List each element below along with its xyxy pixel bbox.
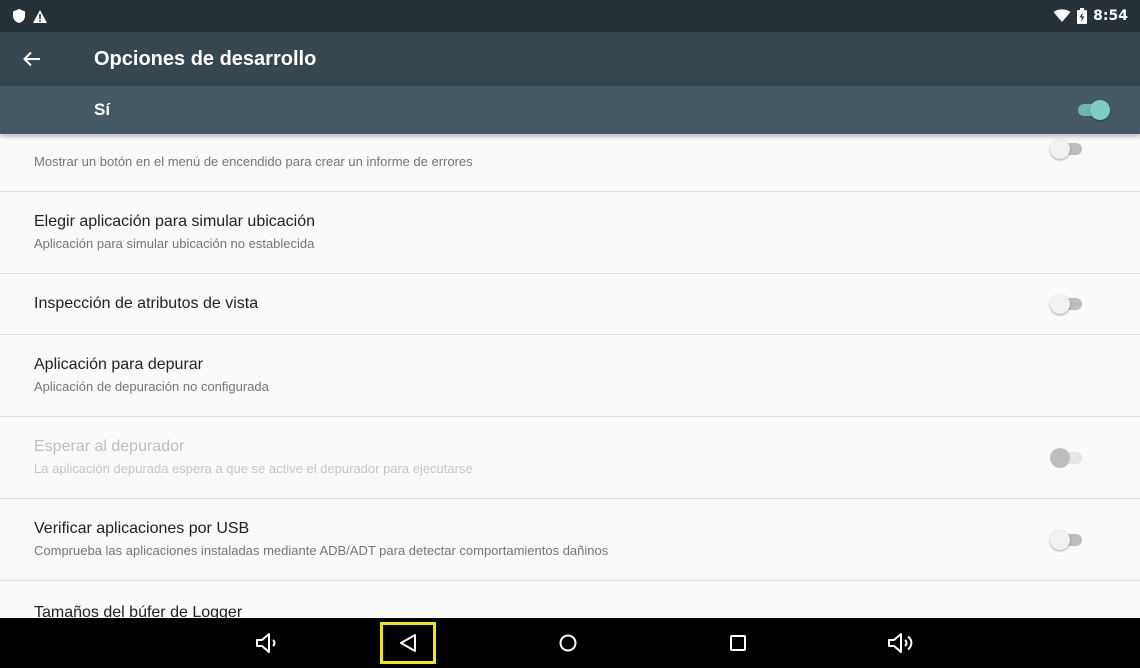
- master-switch-label: Sí: [94, 100, 111, 119]
- app-bar: Opciones de desarrollo: [0, 32, 1140, 86]
- pref-bug-report-shortcut[interactable]: Mostrar un botón en el menú de encendido…: [0, 134, 1140, 192]
- preferences-list-viewport[interactable]: Mostrar un botón en el menú de encendido…: [0, 134, 1140, 618]
- status-bar: 8:54: [0, 0, 1140, 32]
- page-title: Opciones de desarrollo: [94, 47, 317, 70]
- pref-title: [34, 134, 1050, 150]
- back-nav-button[interactable]: [388, 618, 428, 668]
- back-icon: [400, 634, 416, 652]
- preferences-list: Mostrar un botón en el menú de encendido…: [0, 134, 1140, 618]
- shield-icon: [13, 9, 25, 23]
- volume-down-button[interactable]: [248, 618, 288, 668]
- home-nav-button[interactable]: [548, 618, 588, 668]
- wait-for-debugger-switch: [1050, 447, 1086, 468]
- arrow-left-icon: [23, 51, 40, 67]
- navigation-bar: [0, 618, 1140, 668]
- master-switch-bar[interactable]: Sí: [0, 86, 1140, 134]
- warning-icon: [33, 9, 47, 23]
- volume-down-icon: [256, 633, 276, 653]
- pref-verify-apps-usb[interactable]: Verificar aplicaciones por USB Comprueba…: [0, 499, 1140, 581]
- pref-debug-app[interactable]: Aplicación para depurar Aplicación de de…: [0, 335, 1140, 417]
- pref-title: Elegir aplicación para simular ubicación: [34, 213, 316, 230]
- view-attribute-inspection-switch[interactable]: [1050, 294, 1086, 314]
- pref-title: Inspección de atributos de vista: [34, 295, 259, 312]
- pref-summary: Aplicación para simular ubicación no est…: [34, 236, 315, 251]
- pref-summary: Aplicación de depuración no configurada: [34, 379, 269, 394]
- pref-summary: La aplicación depurada espera a que se a…: [34, 461, 473, 476]
- pref-logger-buffer-sizes[interactable]: Tamaños del búfer de Logger: [0, 581, 1140, 618]
- pref-mock-location-app[interactable]: Elegir aplicación para simular ubicación…: [0, 192, 1140, 274]
- status-time: 8:54: [1093, 8, 1128, 24]
- wifi-icon: [1053, 9, 1071, 22]
- pref-view-attribute-inspection[interactable]: Inspección de atributos de vista: [0, 274, 1140, 335]
- status-right-icons: 8:54: [1053, 8, 1128, 24]
- recents-nav-button[interactable]: [718, 618, 758, 668]
- verify-apps-usb-switch[interactable]: [1050, 529, 1086, 550]
- back-button[interactable]: [0, 32, 64, 86]
- battery-charging-icon: [1077, 8, 1088, 24]
- pref-title: Esperar al depurador: [34, 438, 185, 455]
- pref-title: Verificar aplicaciones por USB: [34, 520, 250, 537]
- status-left-icons: [12, 8, 48, 24]
- pref-summary: Mostrar un botón en el menú de encendido…: [34, 154, 473, 169]
- recents-icon: [730, 635, 746, 651]
- bug-report-switch[interactable]: [1050, 138, 1086, 159]
- home-icon: [559, 634, 577, 652]
- volume-up-icon: [888, 633, 913, 653]
- pref-wait-for-debugger: Esperar al depurador La aplicación depur…: [0, 417, 1140, 499]
- volume-up-button[interactable]: [878, 618, 928, 668]
- pref-summary: Comprueba las aplicaciones instaladas me…: [34, 543, 609, 558]
- pref-title: Aplicación para depurar: [34, 356, 203, 373]
- pref-title: Tamaños del búfer de Logger: [34, 604, 243, 618]
- master-switch[interactable]: [1074, 100, 1110, 120]
